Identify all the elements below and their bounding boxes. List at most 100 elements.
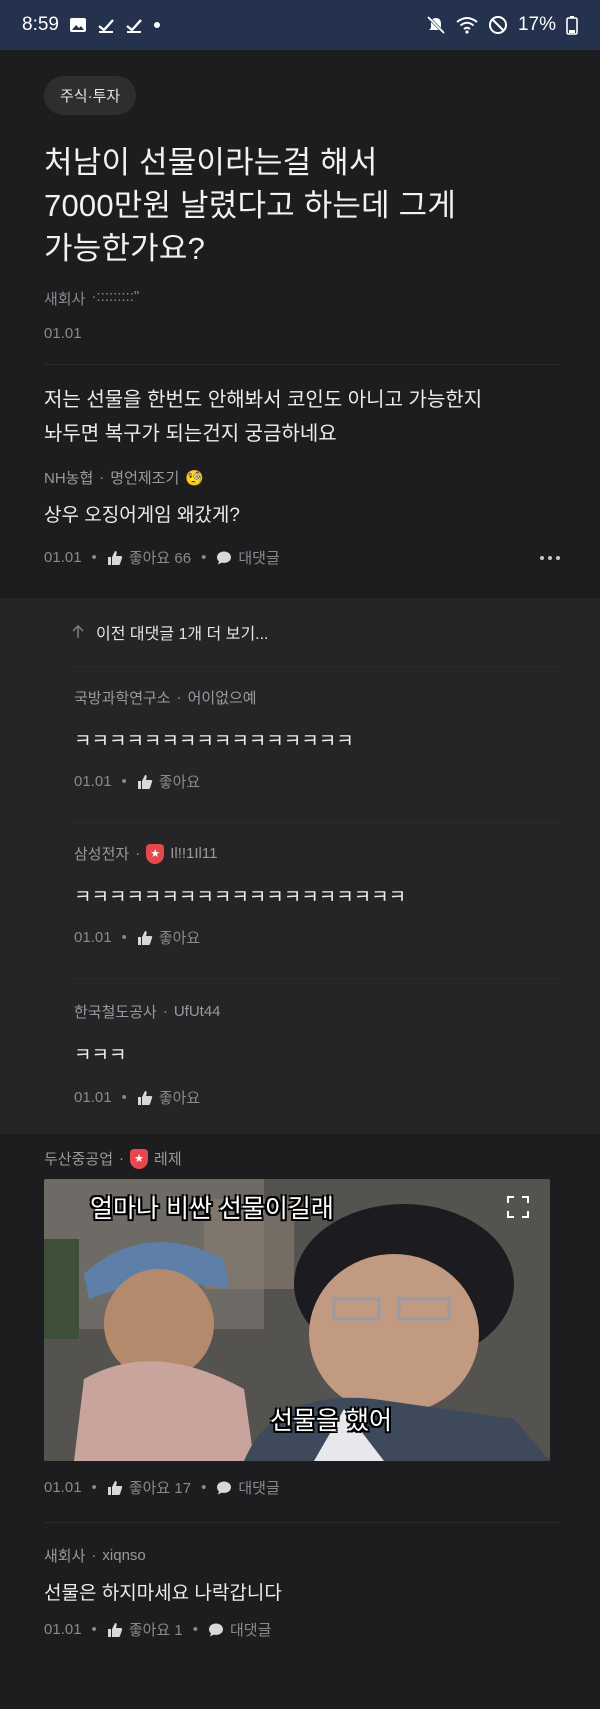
divider [44,1522,560,1523]
reply-button[interactable]: 대댓글 [216,1477,280,1498]
check-icon [97,17,115,33]
post-date: 01.01 [44,325,82,342]
do-not-disturb-icon [488,15,508,35]
comment-meta: 01.01 • 좋아요 66 • 대댓글 [44,547,560,568]
reply-date: 01.01 [74,773,112,790]
post: 주식·투자 처남이 선물이라는걸 해서 7000만원 날렸다고 하는데 그게 가… [0,50,600,342]
comment-author[interactable]: 새회사 · xiqnso [44,1545,560,1566]
reply-date: 01.01 [74,1089,112,1106]
post-author-company: 새회사 [44,291,86,308]
divider [74,666,560,667]
reply-meta: 01.01 • 좋아요 [74,1087,560,1108]
separator-dot: • [91,1621,97,1638]
post-body-line: 저는 선물을 한번도 안해봐서 코인도 아니고 가능한지 [44,389,483,411]
separator-dot: • [192,1621,198,1638]
comment-meta-wrapper: 01.01 • 좋아요 17 • 대댓글 [0,1477,600,1498]
shield-badge-icon: ★ [130,1148,149,1169]
comment: NH농협 · 명언제조기 🧐 상우 오징어게임 왜갔게? 01.01 • 좋아요… [0,467,600,568]
reply-author[interactable]: 한국철도공사 · UfUt44 [74,1001,560,1022]
post-title-line: 가능한가요? [44,231,206,266]
comment: 두산중공업 · ★ 레제 [0,1148,600,1169]
reply-text: ㅋㅋㅋㅋㅋㅋㅋㅋㅋㅋㅋㅋㅋㅋㅋㅋㅋㅋㅋ [74,887,407,908]
like-button[interactable]: 좋아요 17 [107,1477,191,1498]
thumbs-up-icon [107,1622,123,1637]
comment-author-name: 레제 [154,1151,182,1168]
reply-meta: 01.01 • 좋아요 [74,771,560,792]
separator-dot: · [176,689,182,706]
notification-dot-icon [153,21,161,29]
like-button[interactable]: 좋아요 [137,1087,200,1108]
reply-author-company: 한국철도공사 [74,1004,157,1021]
comment-date: 01.01 [44,1479,82,1496]
gallery-icon [69,17,87,33]
mute-icon [426,15,446,35]
comment-text: 상우 오징어게임 왜갔게? [44,505,240,526]
reply-author[interactable]: 삼성전자 · ★ Il!!1Il11 [74,843,560,864]
divider [74,978,560,979]
like-count: 좋아요 66 [128,550,192,567]
speech-bubble-icon [217,1481,232,1494]
post-author[interactable]: 새회사 ·:::::::::" [44,288,558,309]
battery-level: 17% [517,14,556,35]
meme-caption-bottom: 선물을 했어 [270,1407,392,1435]
reply-section: 이전 대댓글 1개 더 보기... 국방과학연구소 · 어이없으예 ㅋㅋㅋㅋㅋㅋ… [0,598,600,1134]
status-time: 8:59 [22,14,59,35]
comment-meta: 01.01 • 좋아요 17 • 대댓글 [44,1477,560,1498]
speech-bubble-icon [209,1623,223,1636]
like-button[interactable]: 좋아요 [137,927,200,948]
battery-icon [566,15,578,35]
thumbs-up-icon [107,550,123,565]
post-title-line: 처남이 선물이라는걸 해서 [44,145,378,180]
comment-text: 선물은 하지마세요 나락갑니다 [44,1583,282,1604]
meme-caption-top: 얼마나 비싼 선물이길래 [90,1195,334,1223]
like-button[interactable]: 좋아요 1 [107,1619,183,1640]
reply: 삼성전자 · ★ Il!!1Il11 ㅋㅋㅋㅋㅋㅋㅋㅋㅋㅋㅋㅋㅋㅋㅋㅋㅋㅋㅋ 0… [0,843,600,948]
category-tag[interactable]: 주식·투자 [44,76,137,115]
separator-dot: • [91,1479,97,1496]
like-label: 좋아요 [158,774,201,791]
reply-author-name: UfUt44 [173,1003,221,1020]
reply: 국방과학연구소 · 어이없으예 ㅋㅋㅋㅋㅋㅋㅋㅋㅋㅋㅋㅋㅋㅋㅋㅋ 01.01 •… [0,687,600,792]
reply-author-company: 삼성전자 [74,846,130,863]
divider [74,822,560,823]
reply-date: 01.01 [74,929,112,946]
like-button[interactable]: 좋아요 [137,771,200,792]
thumbs-up-icon [137,930,153,945]
separator-dot: • [201,549,207,566]
reply-label: 대댓글 [230,1622,272,1639]
separator-dot: · [162,1003,168,1020]
separator-dot: · [91,1547,97,1564]
show-previous-replies-label: 이전 대댓글 1개 더 보기... [96,626,269,643]
reply-author-name: Il!!1Il11 [170,845,218,862]
like-button[interactable]: 좋아요 66 [107,547,191,568]
like-count: 좋아요 1 [128,1622,183,1639]
reply-button[interactable]: 대댓글 [216,547,280,568]
wifi-icon [456,16,478,34]
status-bar: 8:59 17% [0,0,600,50]
arrow-up-icon [72,625,84,638]
comment-meta: 01.01 • 좋아요 1 • 대댓글 [44,1619,560,1640]
expand-icon[interactable] [506,1195,530,1224]
show-previous-replies[interactable]: 이전 대댓글 1개 더 보기... [0,598,600,644]
reply-text: ㅋㅋㅋ [74,1045,127,1066]
comment-author-name: xiqnso [102,1547,146,1564]
comment-author-company: 새회사 [44,1548,86,1565]
thumbs-up-icon [107,1480,123,1495]
reply-author-name: 어이없으예 [187,690,257,707]
comment-author[interactable]: 두산중공업 · ★ 레제 [44,1148,560,1169]
like-count: 좋아요 17 [128,1480,192,1497]
reply-meta: 01.01 • 좋아요 [74,927,560,948]
thumbs-up-icon [137,774,153,789]
reply-button[interactable]: 대댓글 [208,1619,271,1640]
meme-image[interactable]: 얼마나 비싼 선물이길래 선물을 했어 [44,1179,550,1461]
more-options-button[interactable] [540,555,560,560]
comment-date: 01.01 [44,549,82,566]
thumbs-up-icon [137,1090,153,1105]
post-body: 저는 선물을 한번도 안해봐서 코인도 아니고 가능한지 놔두면 복구가 되는건… [0,383,600,451]
reply-author[interactable]: 국방과학연구소 · 어이없으예 [74,687,560,708]
reply-author-company: 국방과학연구소 [74,690,171,707]
comment-author[interactable]: NH농협 · 명언제조기 🧐 [44,467,560,488]
check-icon [125,17,143,33]
shield-badge-icon: ★ [146,843,165,864]
post-body-line: 놔두면 복구가 되는건지 궁금하네요 [44,423,337,445]
